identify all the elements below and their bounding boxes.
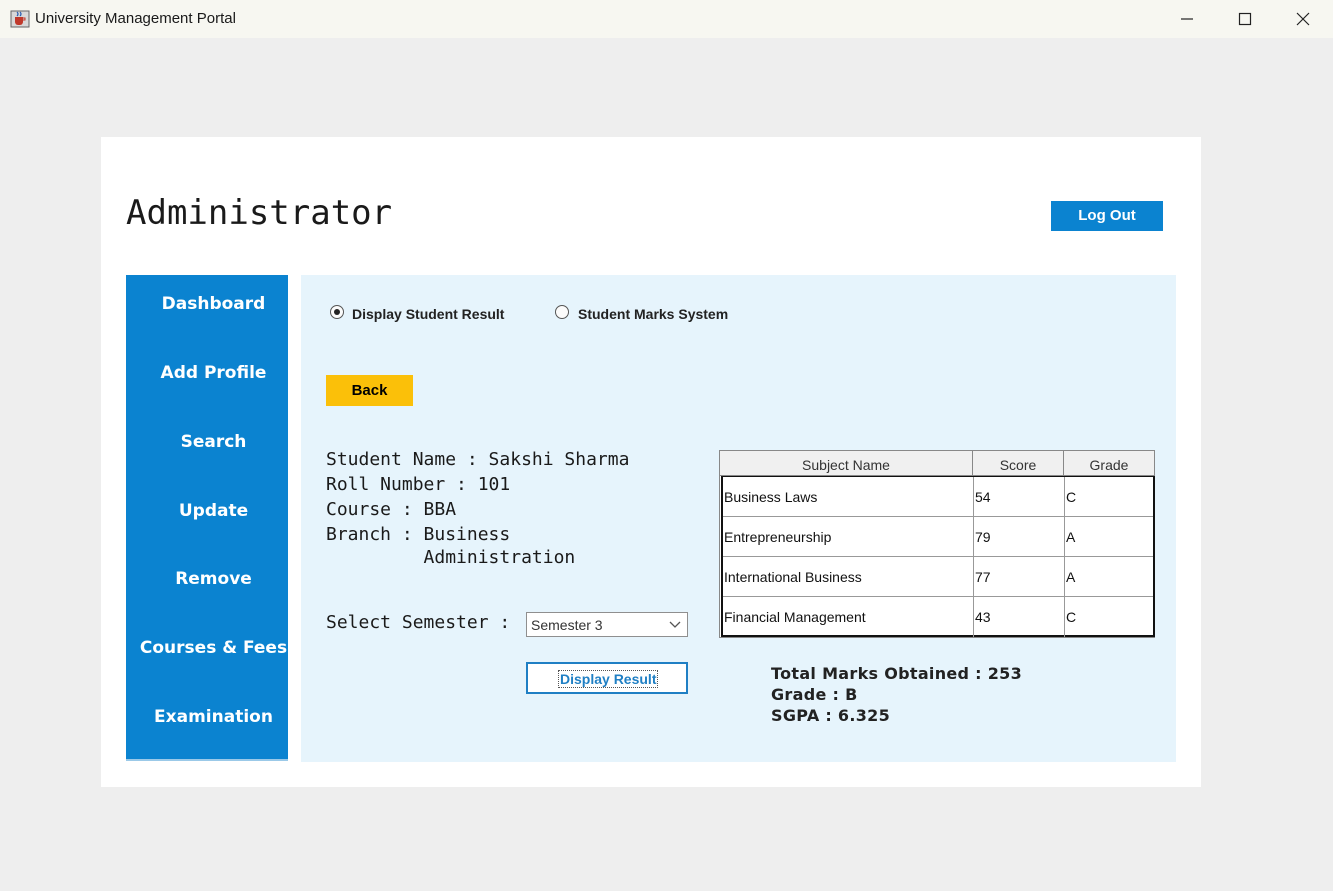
branch: Branch : Business	[326, 524, 511, 545]
table-row[interactable]: Financial Management 43 C	[723, 597, 1153, 637]
sidebar-item-update[interactable]: Update	[126, 501, 301, 521]
sgpa: SGPA : 6.325	[771, 706, 891, 725]
page-title: Administrator	[126, 193, 393, 233]
column-header-grade[interactable]: Grade	[1064, 451, 1154, 476]
minimize-icon	[1181, 18, 1193, 20]
semester-select-value: Semester 3	[531, 617, 603, 633]
chevron-down-icon	[669, 621, 681, 628]
roll-number: Roll Number : 101	[326, 474, 511, 495]
radio-student-marks-system[interactable]	[555, 305, 569, 319]
radio-display-student-result[interactable]	[330, 305, 344, 319]
cell-grade: C	[1066, 489, 1077, 505]
select-semester-label: Select Semester :	[326, 612, 511, 633]
maximize-icon	[1238, 12, 1252, 26]
display-result-button[interactable]: Display Result	[526, 662, 688, 694]
cell-subject: Entrepreneurship	[723, 517, 974, 557]
radio-label-display-student-result[interactable]: Display Student Result	[352, 306, 504, 322]
total-marks: Total Marks Obtained : 253	[771, 664, 1023, 683]
window-titlebar: University Management Portal	[0, 0, 1333, 38]
table-header: Subject Name Score Grade	[720, 451, 1154, 476]
display-result-label: Display Result	[558, 670, 659, 688]
table-row[interactable]: Entrepreneurship 79 A	[723, 517, 1153, 557]
semester-select[interactable]: Semester 3	[526, 612, 688, 637]
cell-subject: Financial Management	[723, 597, 974, 637]
back-button[interactable]: Back	[326, 375, 413, 406]
logout-button[interactable]: Log Out	[1051, 201, 1163, 231]
table-row[interactable]: International Business 77 A	[723, 557, 1153, 597]
close-button[interactable]	[1274, 0, 1332, 38]
cell-subject: International Business	[723, 557, 974, 597]
cell-score: 79	[974, 517, 1065, 557]
course: Course : BBA	[326, 499, 457, 520]
branch-continued: Administration	[326, 547, 576, 568]
cell-grade: A	[1066, 529, 1076, 545]
cell-grade: A	[1066, 569, 1076, 585]
overall-grade: Grade : B	[771, 685, 858, 704]
sidebar-item-search[interactable]: Search	[126, 432, 301, 452]
minimize-button[interactable]	[1158, 0, 1216, 38]
student-name: Student Name : Sakshi Sharma	[326, 449, 630, 470]
results-table: Subject Name Score Grade Business Laws 5…	[719, 450, 1155, 638]
sidebar-item-add-profile[interactable]: Add Profile	[126, 363, 301, 383]
sidebar-item-examination[interactable]: Examination	[126, 707, 301, 727]
maximize-button[interactable]	[1216, 0, 1274, 38]
radio-label-student-marks-system[interactable]: Student Marks System	[578, 306, 728, 322]
column-header-subject[interactable]: Subject Name	[720, 451, 973, 476]
column-header-score[interactable]: Score	[973, 451, 1064, 476]
sidebar-item-courses-fees[interactable]: Courses & Fees	[126, 638, 301, 658]
cell-score: 77	[974, 557, 1065, 597]
sidebar-item-remove[interactable]: Remove	[126, 569, 301, 589]
window-title: University Management Portal	[35, 10, 236, 27]
close-icon	[1296, 12, 1310, 26]
sidebar: Dashboard Add Profile Search Update Remo…	[126, 275, 288, 761]
cell-grade: C	[1066, 609, 1077, 625]
cell-subject: Business Laws	[723, 477, 974, 517]
sidebar-item-dashboard[interactable]: Dashboard	[126, 294, 301, 314]
java-cup-icon	[10, 10, 30, 28]
cell-score: 43	[974, 597, 1065, 637]
cell-score: 54	[974, 477, 1065, 517]
table-body: Business Laws 54 C Entrepreneurship 79 A…	[721, 476, 1155, 637]
table-row[interactable]: Business Laws 54 C	[723, 477, 1153, 517]
